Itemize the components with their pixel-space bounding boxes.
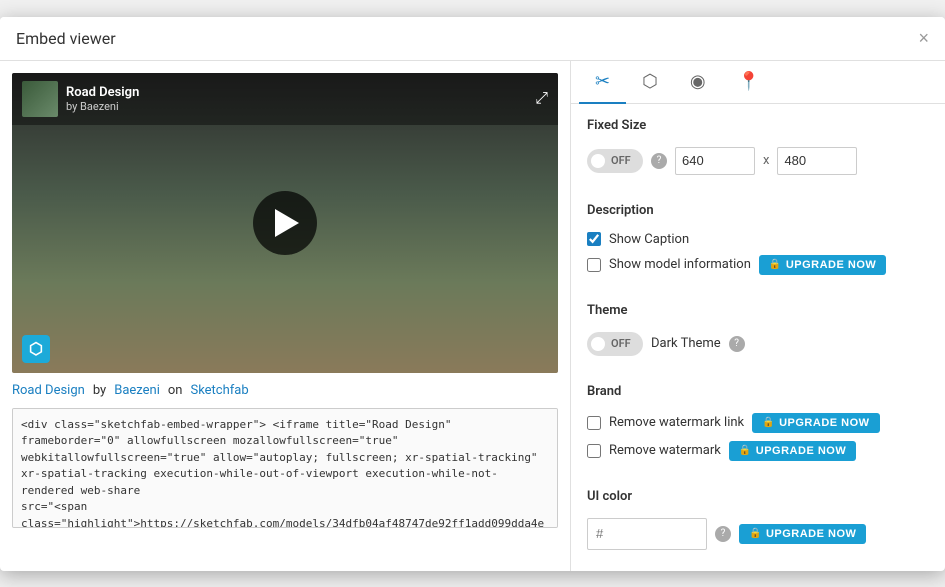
viewer-model-info: Road Design by Baezeni <box>22 81 139 117</box>
show-caption-row: Show Caption <box>587 232 929 247</box>
left-panel: Road Design by Baezeni ⤢ ⬡ Road Design b… <box>0 61 570 571</box>
model-link[interactable]: Road Design <box>12 383 85 398</box>
lock-icon-4: 🔒 <box>749 528 762 539</box>
fixed-size-toggle-label: OFF <box>609 154 633 167</box>
height-input[interactable] <box>777 147 857 175</box>
author-link[interactable]: Baezeni <box>114 383 160 398</box>
ui-color-title: UI color <box>587 489 929 504</box>
right-panel: ✂ ⬡ ◉ 📍 Fixed Size OFF ? <box>570 61 945 571</box>
show-model-info-checkbox[interactable] <box>587 258 601 272</box>
remove-watermark-row: Remove watermark 🔒 UPGRADE NOW <box>587 441 929 461</box>
description-section: Description Show Caption Show model info… <box>587 203 929 275</box>
model-author: by Baezeni <box>66 100 139 113</box>
show-model-info-row: Show model information 🔒 UPGRADE NOW <box>587 255 929 275</box>
brand-title: Brand <box>587 384 929 399</box>
play-icon <box>275 209 299 237</box>
model-thumbnail <box>22 81 58 117</box>
remove-watermark-link-row: Remove watermark link 🔒 UPGRADE NOW <box>587 413 929 433</box>
size-separator: x <box>763 153 769 168</box>
model-title: Road Design <box>66 85 139 100</box>
dark-theme-label: Dark Theme <box>651 336 721 351</box>
remove-watermark-label: Remove watermark <box>609 443 721 458</box>
theme-row: OFF Dark Theme ? <box>587 332 929 356</box>
fixed-size-help-icon[interactable]: ? <box>651 153 667 169</box>
lock-icon-3: 🔒 <box>739 445 752 456</box>
lock-icon-2: 🔒 <box>762 417 775 428</box>
model-link-row: Road Design by Baezeni on Sketchfab <box>12 383 558 398</box>
modal-title: Embed viewer <box>16 29 116 48</box>
tab-embed[interactable]: ✂ <box>579 61 626 104</box>
link-on: on <box>168 383 183 398</box>
ui-color-upgrade-button[interactable]: 🔒 UPGRADE NOW <box>739 524 866 544</box>
theme-toggle-knob <box>591 337 605 351</box>
show-model-info-upgrade-label: UPGRADE NOW <box>786 259 876 271</box>
embed-code-textarea[interactable]: <div class="sketchfab-embed-wrapper"> <i… <box>12 408 558 528</box>
theme-help-icon[interactable]: ? <box>729 336 745 352</box>
viewer-header: Road Design by Baezeni ⤢ <box>12 73 558 125</box>
embed-viewer-modal: Embed viewer × Road Design by Baezeni <box>0 17 945 571</box>
tabs-row: ✂ ⬡ ◉ 📍 <box>571 61 945 104</box>
sketchfab-logo-icon: ⬡ <box>29 339 43 358</box>
tab-location[interactable]: 📍 <box>722 61 776 104</box>
ui-color-help-icon[interactable]: ? <box>715 526 731 542</box>
remove-watermark-checkbox[interactable] <box>587 444 601 458</box>
link-by: by <box>93 383 106 398</box>
viewer-container: Road Design by Baezeni ⤢ ⬡ <box>12 73 558 373</box>
ui-color-row: ? 🔒 UPGRADE NOW <box>587 518 929 550</box>
show-caption-label: Show Caption <box>609 232 689 247</box>
tab-3d[interactable]: ⬡ <box>626 61 674 104</box>
remove-watermark-upgrade-button[interactable]: 🔒 UPGRADE NOW <box>729 441 856 461</box>
play-button[interactable] <box>253 191 317 255</box>
close-button[interactable]: × <box>918 29 929 47</box>
brand-section: Brand Remove watermark link 🔒 UPGRADE NO… <box>587 384 929 461</box>
ui-color-upgrade-label: UPGRADE NOW <box>766 528 856 540</box>
remove-watermark-link-upgrade-label: UPGRADE NOW <box>779 417 869 429</box>
theme-title: Theme <box>587 303 929 318</box>
sketchfab-logo: ⬡ <box>22 335 50 363</box>
theme-section: Theme OFF Dark Theme ? <box>587 303 929 356</box>
ui-color-section: UI color ? 🔒 UPGRADE NOW <box>587 489 929 550</box>
remove-watermark-upgrade-label: UPGRADE NOW <box>756 445 846 457</box>
fixed-size-row: OFF ? x <box>587 147 929 175</box>
width-input[interactable] <box>675 147 755 175</box>
tab-vr[interactable]: ◉ <box>674 61 722 104</box>
fixed-size-section: Fixed Size OFF ? x <box>587 118 929 175</box>
modal-header: Embed viewer × <box>0 17 945 61</box>
modal-body: Road Design by Baezeni ⤢ ⬡ Road Design b… <box>0 61 945 571</box>
fixed-size-title: Fixed Size <box>587 118 929 133</box>
ui-color-input[interactable] <box>587 518 707 550</box>
fixed-size-toggle[interactable]: OFF <box>587 149 643 173</box>
remove-watermark-link-label: Remove watermark link <box>609 415 744 430</box>
model-text: Road Design by Baezeni <box>66 85 139 113</box>
platform-link[interactable]: Sketchfab <box>190 383 248 398</box>
settings-content: Fixed Size OFF ? x Descri <box>571 104 945 571</box>
remove-watermark-link-checkbox[interactable] <box>587 416 601 430</box>
lock-icon-1: 🔒 <box>769 259 782 270</box>
show-model-info-upgrade-button[interactable]: 🔒 UPGRADE NOW <box>759 255 886 275</box>
description-title: Description <box>587 203 929 218</box>
show-model-info-label: Show model information <box>609 257 751 272</box>
theme-toggle[interactable]: OFF <box>587 332 643 356</box>
share-button[interactable]: ⤢ <box>535 90 548 108</box>
show-caption-checkbox[interactable] <box>587 232 601 246</box>
toggle-knob <box>591 154 605 168</box>
remove-watermark-link-upgrade-button[interactable]: 🔒 UPGRADE NOW <box>752 413 879 433</box>
theme-toggle-label: OFF <box>609 337 633 350</box>
